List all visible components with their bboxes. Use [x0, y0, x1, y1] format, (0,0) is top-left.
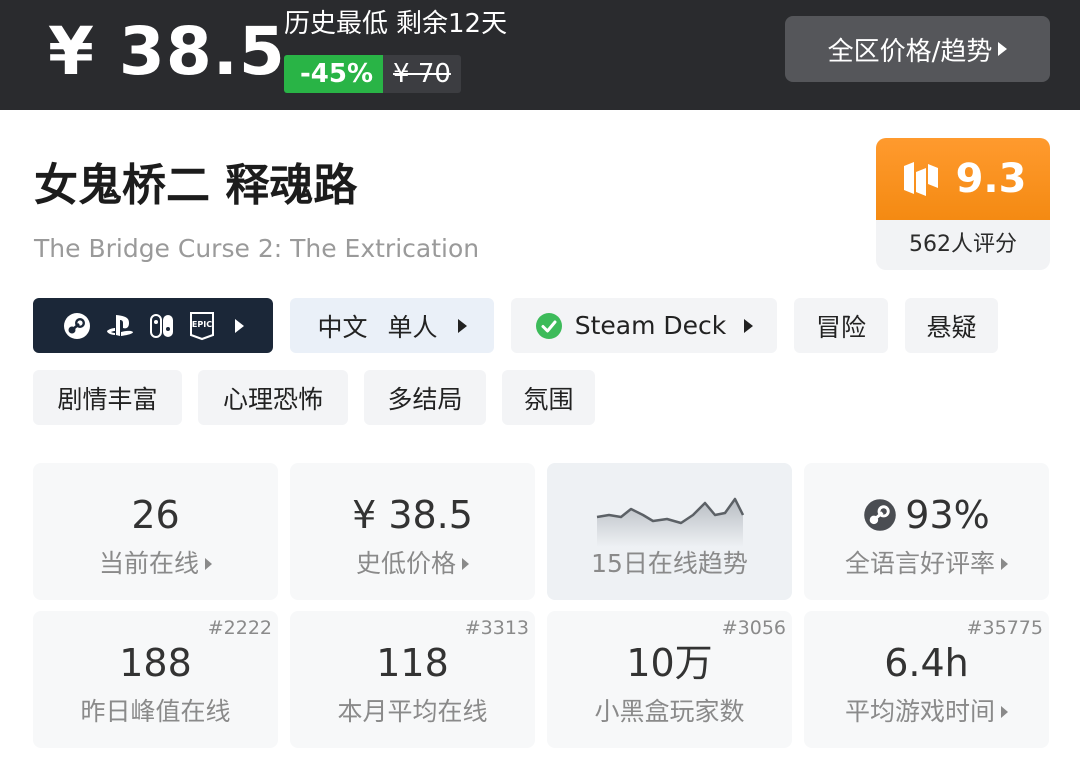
genre-tag[interactable]: 悬疑	[905, 298, 998, 353]
steam-icon	[864, 499, 897, 531]
steam-deck-tag[interactable]: Steam Deck	[511, 298, 777, 353]
positive-rate-label: 全语言好评率	[804, 547, 1049, 581]
lowest-price-value: ¥ 38.5	[352, 493, 473, 537]
steam-icon	[63, 312, 91, 340]
genre-tag[interactable]: 心理恐怖	[198, 370, 348, 425]
region-price-trend-label: 全区价格/趋势	[827, 36, 993, 67]
language-players-tag[interactable]: 中文 单人	[290, 298, 494, 353]
remaining-days-label: 剩余12天	[396, 9, 508, 39]
price-bar: ¥ 38.5 历史最低 剩余12天 -45% ¥ 70 全区价格/趋势	[0, 0, 1080, 110]
score-card[interactable]: 9.3 562人评分	[876, 138, 1050, 270]
game-subtitle: The Bridge Curse 2: The Extrication	[34, 234, 480, 263]
discount-badge: -45% ¥ 70	[284, 55, 461, 93]
region-price-trend-button[interactable]: 全区价格/趋势	[785, 16, 1050, 82]
rating-count: 562人评分	[909, 232, 1017, 257]
online-trend-label: 15日在线趋势	[591, 549, 748, 578]
discount-percent: -45%	[284, 55, 384, 93]
online-now-label: 当前在线	[33, 547, 278, 581]
genre-tag[interactable]: 多结局	[364, 370, 486, 425]
rank-badge: #3313	[464, 617, 529, 639]
genre-tag[interactable]: 冒险	[794, 298, 888, 353]
avg-playtime-label: 平均游戏时间	[804, 695, 1049, 729]
genre-tag[interactable]: 剧情丰富	[33, 370, 182, 425]
players-mode-label: 单人	[387, 312, 438, 342]
stat-online-now[interactable]: 26 当前在线	[33, 463, 278, 600]
rank-badge: #2222	[207, 617, 272, 639]
stat-positive-rate[interactable]: 93% 全语言好评率	[804, 463, 1049, 600]
epic-icon: EPIC	[189, 311, 215, 341]
chevron-right-icon	[1001, 706, 1008, 718]
positive-rate-value: 93%	[905, 493, 990, 537]
chevron-right-icon	[457, 318, 467, 333]
historical-low-label: 历史最低	[284, 9, 389, 39]
verified-check-icon	[535, 312, 562, 339]
price-note: 历史最低 剩余12天	[284, 6, 507, 42]
chevron-right-icon	[205, 558, 212, 570]
peak-yesterday-label: 昨日峰值在线	[80, 697, 231, 726]
rank-badge: #3056	[721, 617, 786, 639]
rank-badge: #35775	[966, 617, 1043, 639]
chevron-right-icon	[1001, 558, 1008, 570]
stat-lowest-price[interactable]: ¥ 38.5 史低价格	[290, 463, 535, 600]
steam-deck-label: Steam Deck	[574, 311, 727, 340]
switch-icon	[149, 313, 175, 339]
current-price: ¥ 38.5	[48, 13, 286, 90]
heybox-logo-icon	[903, 162, 938, 196]
chevron-right-icon	[998, 42, 1008, 56]
original-price: ¥ 70	[383, 55, 461, 93]
monthly-avg-label: 本月平均在线	[337, 697, 488, 726]
svg-text:EPIC: EPIC	[191, 320, 211, 329]
chevron-right-icon	[462, 558, 469, 570]
score-header: 9.3	[876, 138, 1050, 220]
score-value: 9.3	[955, 156, 1027, 202]
monthly-avg-value: 118	[376, 641, 449, 685]
positive-rate-row: 93%	[804, 491, 1049, 539]
lowest-price-label: 史低价格	[290, 547, 535, 581]
chevron-right-icon	[744, 318, 754, 333]
online-trend-sparkline	[596, 497, 745, 547]
stat-online-trend[interactable]: 15日在线趋势	[547, 463, 792, 600]
playstation-icon	[105, 313, 135, 339]
avg-playtime-value: 6.4h	[884, 641, 969, 685]
stat-monthly-avg[interactable]: #3313 118 本月平均在线	[290, 611, 535, 748]
chevron-right-icon	[234, 318, 244, 333]
stat-peak-yesterday[interactable]: #2222 188 昨日峰值在线	[33, 611, 278, 748]
platforms-tag[interactable]: EPIC	[33, 298, 273, 353]
peak-yesterday-value: 188	[119, 641, 192, 685]
language-label: 中文	[317, 312, 368, 342]
genre-tag[interactable]: 氛围	[502, 370, 595, 425]
player-count-label: 小黑盒玩家数	[594, 697, 745, 726]
online-now-value: 26	[131, 493, 180, 537]
stat-avg-playtime[interactable]: #35775 6.4h 平均游戏时间	[804, 611, 1049, 748]
stat-player-count[interactable]: #3056 10万 小黑盒玩家数	[547, 611, 792, 748]
game-title: 女鬼桥二 释魂路	[34, 160, 358, 211]
player-count-value: 10万	[626, 641, 713, 685]
